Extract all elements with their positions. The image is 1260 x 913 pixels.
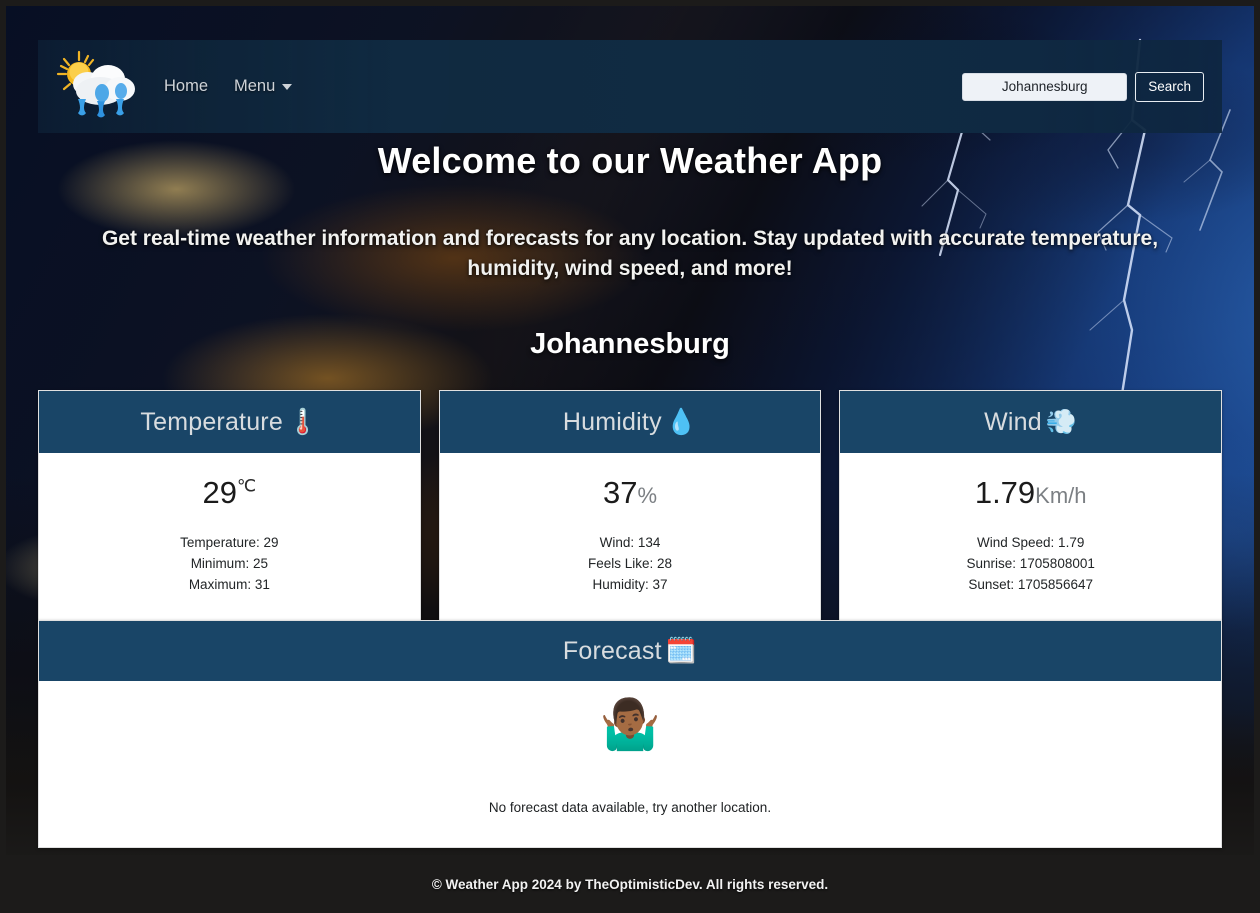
humidity-card-header: Humidity 💧 (439, 391, 821, 453)
humidity-detail: Feels Like: 28 (587, 555, 673, 571)
hero-subtitle: Get real-time weather information and fo… (101, 227, 1159, 280)
wind-card-header: Wind 💨 (840, 391, 1222, 453)
temperature-card-body: 29℃ Temperature: 29 Minimum: 25 Maximum:… (39, 453, 420, 622)
current-city-heading: Johannesburg (530, 327, 730, 360)
temperature-detail: Temperature: 29 (180, 534, 279, 550)
temperature-detail: Minimum: 25 (190, 555, 268, 571)
wind-value-row: 1.79Km/h (850, 475, 1211, 510)
wind-card-body: 1.79Km/h Wind Speed: 1.79 Sunrise: 17058… (840, 453, 1221, 622)
humidity-value: 37 (602, 475, 638, 510)
person-shrugging-icon: 🤷🏾‍♂️ (599, 698, 661, 752)
nav-link-menu-label: Menu (234, 77, 276, 95)
temperature-detail: Maximum: 31 (188, 577, 270, 593)
humidity-detail: Wind: 134 (599, 534, 661, 550)
forecast-panel: Forecast 🗓️ 🤷🏾‍♂️ No forecast data avail… (38, 620, 1222, 848)
temperature-unit: ℃ (237, 476, 257, 496)
wind-unit: Km/h (1035, 483, 1087, 508)
forecast-empty-message: No forecast data available, try another … (488, 800, 772, 815)
humidity-detail: Humidity: 37 (592, 577, 668, 593)
forecast-header: Forecast 🗓️ (39, 621, 1221, 681)
nav-link-menu[interactable]: Menu (234, 77, 293, 96)
page-title: Welcome to our Weather App (377, 140, 883, 181)
water-droplet-icon: 💧 (665, 407, 698, 436)
wind-detail: Sunrise: 1705808001 (966, 555, 1095, 571)
wind-detail: Sunset: 1705856647 (968, 577, 1093, 593)
humidity-card-body: 37% Wind: 134 Feels Like: 28 Humidity: 3… (440, 453, 821, 622)
humidity-value-row: 37% (450, 475, 811, 510)
search-form: Search (962, 71, 1204, 102)
navbar: Home Menu Search (38, 40, 1222, 133)
window-frame-left (0, 0, 6, 913)
hero-section: Welcome to our Weather App Get real-time… (0, 140, 1260, 361)
temperature-card-header: Temperature 🌡️ (39, 391, 420, 453)
search-button[interactable]: Search (1135, 71, 1204, 102)
nav-link-home[interactable]: Home (164, 77, 208, 96)
weather-cards: Temperature 🌡️ 29℃ Temperature: 29 Minim… (38, 390, 1223, 623)
forecast-empty-state: 🤷🏾‍♂️ No forecast data available, try an… (39, 681, 1221, 847)
footer-copyright: © Weather App 2024 by TheOptimisticDev. … (431, 876, 829, 892)
sun-behind-rain-cloud-icon (56, 50, 135, 117)
temperature-value-row: 29℃ (49, 475, 410, 510)
nav-links: Home Menu (164, 77, 293, 96)
wind-face-icon: 💨 (1045, 407, 1078, 436)
humidity-unit: % (637, 483, 658, 508)
search-input[interactable] (962, 72, 1128, 101)
chevron-down-icon (282, 83, 293, 90)
wind-card-title: Wind (984, 407, 1042, 436)
forecast-title: Forecast (562, 636, 662, 665)
brand-logo[interactable] (52, 49, 144, 125)
wind-value: 1.79 (974, 475, 1036, 510)
humidity-card: Humidity 💧 37% Wind: 134 Feels Like: 28 … (438, 390, 822, 623)
temperature-value: 29 (202, 475, 238, 510)
thermometer-icon: 🌡️ (286, 407, 319, 436)
humidity-card-title: Humidity (562, 407, 662, 436)
calendar-icon: 🗓️ (665, 636, 698, 665)
window-frame-top (0, 0, 1260, 6)
window-frame-right (1254, 0, 1260, 913)
temperature-card-title: Temperature (140, 407, 283, 436)
wind-card: Wind 💨 1.79Km/h Wind Speed: 1.79 Sunrise… (839, 390, 1223, 623)
footer: © Weather App 2024 by TheOptimisticDev. … (0, 855, 1260, 913)
temperature-card: Temperature 🌡️ 29℃ Temperature: 29 Minim… (38, 390, 421, 623)
wind-detail: Wind Speed: 1.79 (977, 534, 1085, 550)
